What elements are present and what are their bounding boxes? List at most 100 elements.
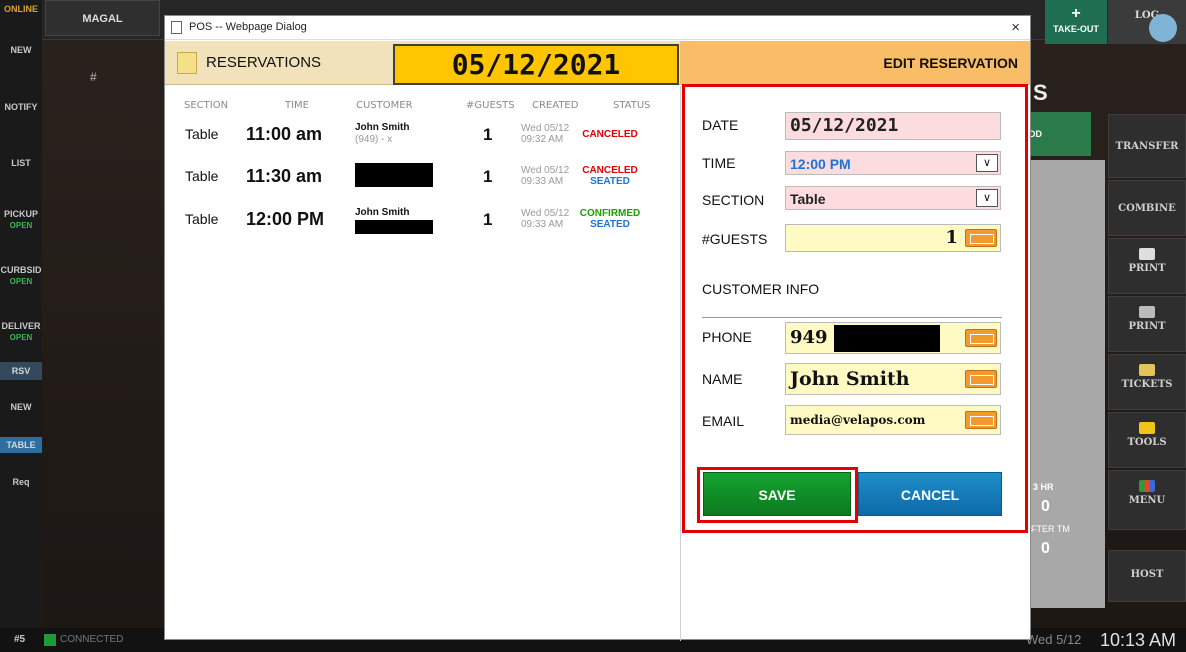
keyboard-icon[interactable] xyxy=(965,411,997,429)
print-button[interactable]: PRINT xyxy=(1108,238,1186,294)
guests-value: 1 xyxy=(945,227,958,248)
combine-button[interactable]: COMBINE xyxy=(1108,180,1186,236)
section-label: SECTION xyxy=(702,192,765,208)
section-divider xyxy=(702,317,1002,318)
nav-req[interactable]: Req xyxy=(0,477,42,488)
row-status: CANCELED SEATED xyxy=(582,165,638,187)
row-section: Table xyxy=(185,126,219,142)
guests-label: #GUESTS xyxy=(702,231,768,247)
nav-rsv[interactable]: RSV xyxy=(0,362,42,380)
status-clock: 10:13 AM xyxy=(1099,630,1176,650)
station-number: #5 xyxy=(14,634,26,645)
row-guests: 1 xyxy=(483,167,493,186)
row-created: Wed 05/12 09:33 AM xyxy=(521,165,570,187)
customer-info-heading: CUSTOMER INFO xyxy=(702,281,820,297)
reservations-title: RESERVATIONS xyxy=(206,54,322,71)
nav-rsv-new[interactable]: NEW xyxy=(0,402,42,413)
col-created: CREATED xyxy=(532,100,579,111)
row-time: 12:00 PM xyxy=(246,209,325,229)
tools-icon xyxy=(1139,422,1155,434)
assistant-icon[interactable] xyxy=(1149,14,1177,42)
three-hr-label: 3 HR xyxy=(1033,482,1054,492)
phone-label: PHONE xyxy=(702,329,752,345)
row-section: Table xyxy=(185,211,219,227)
chevron-down-icon[interactable]: ∨ xyxy=(976,189,998,207)
redacted-phone-number xyxy=(834,325,940,352)
row-customer: John Smith xyxy=(355,207,410,218)
table-row[interactable]: Table 11:00 am John Smith (949) - x 1 We… xyxy=(165,120,675,160)
row-status: CANCELED xyxy=(582,129,638,140)
row-time: 11:30 am xyxy=(246,166,323,186)
keyboard-icon[interactable] xyxy=(965,229,997,247)
connection-status: CONNECTED xyxy=(60,634,124,645)
reservation-dialog: POS -- Webpage Dialog × RESERVATIONS 05/… xyxy=(164,15,1031,641)
nav-list[interactable]: LIST xyxy=(0,158,42,169)
row-guests: 1 xyxy=(483,210,493,229)
nav-new[interactable]: NEW xyxy=(0,45,42,56)
after-tm-value: 0 xyxy=(1041,540,1050,557)
row-guests: 1 xyxy=(483,125,493,144)
transfer-button[interactable]: TRANSFER xyxy=(1108,114,1186,178)
printer-icon xyxy=(1139,248,1155,260)
guests-field[interactable]: 1 xyxy=(785,224,1001,252)
after-tm-label: AFTER TM xyxy=(1025,524,1070,534)
save-button[interactable]: SAVE xyxy=(703,472,851,516)
close-icon[interactable]: × xyxy=(1011,19,1020,36)
left-nav: ONLINE NEW NOTIFY LIST PICKUP OPEN CURBSI… xyxy=(0,0,42,652)
keyboard-icon[interactable] xyxy=(965,329,997,347)
name-label: NAME xyxy=(702,371,743,387)
nav-online[interactable]: ONLINE xyxy=(0,4,42,15)
table-row[interactable]: Table 12:00 PM John Smith 1 Wed 05/12 09:… xyxy=(165,205,675,245)
nav-table[interactable]: TABLE xyxy=(0,437,42,453)
menu-button[interactable]: MENU xyxy=(1108,470,1186,530)
take-out-label: TAKE-OUT xyxy=(1053,24,1099,34)
col-guests: #GUESTS xyxy=(466,100,515,111)
section-value: Table xyxy=(790,191,826,207)
email-field[interactable]: media@velapos.com xyxy=(785,405,1001,435)
section-select[interactable]: Table ∨ xyxy=(785,186,1001,210)
col-status: STATUS xyxy=(613,100,651,111)
email-label: EMAIL xyxy=(702,413,745,429)
dialog-titlebar: POS -- Webpage Dialog × xyxy=(165,16,1030,40)
page-icon xyxy=(171,21,182,34)
nav-delivery[interactable]: DELIVER OPEN xyxy=(0,321,42,343)
take-out-button[interactable]: + TAKE-OUT xyxy=(1045,0,1107,44)
keyboard-icon[interactable] xyxy=(965,370,997,388)
employee-name-tab[interactable]: MAGAL xyxy=(45,0,160,36)
panel-divider xyxy=(680,86,681,641)
date-field[interactable]: 05/12/2021 xyxy=(785,112,1001,140)
tickets-button[interactable]: TICKETS xyxy=(1108,354,1186,410)
tickets-icon xyxy=(1139,364,1155,376)
tools-button[interactable]: TOOLS xyxy=(1108,412,1186,468)
col-section: SECTION xyxy=(184,100,229,111)
host-button[interactable]: HOST xyxy=(1108,550,1186,602)
table-row[interactable]: Table 11:30 am 1 Wed 05/12 09:33 AM CANCE… xyxy=(165,162,675,202)
phone-value: 949 xyxy=(790,327,828,348)
redacted-customer xyxy=(355,163,433,187)
notepad-icon xyxy=(177,52,197,74)
phone-field[interactable]: 949 xyxy=(785,322,1001,354)
dialog-title: POS -- Webpage Dialog xyxy=(189,21,307,33)
date-value: 05/12/2021 xyxy=(790,115,899,136)
right-nav: TRANSFER COMBINE PRINT PRINT TICKETS TOO… xyxy=(1108,104,1186,624)
name-field[interactable]: John Smith xyxy=(785,363,1001,395)
nav-pickup[interactable]: PICKUP OPEN xyxy=(0,209,42,231)
selected-date-button[interactable]: 05/12/2021 xyxy=(393,44,679,85)
row-time: 11:00 am xyxy=(246,124,323,144)
email-value: media@velapos.com xyxy=(790,413,926,427)
plus-icon: + xyxy=(1071,5,1081,22)
row-phone: (949) - x xyxy=(355,134,393,145)
chevron-down-icon[interactable]: ∨ xyxy=(976,154,998,172)
nav-notify[interactable]: NOTIFY xyxy=(0,102,42,113)
cancel-button[interactable]: CANCEL xyxy=(858,472,1002,516)
row-section: Table xyxy=(185,168,219,184)
row-created: Wed 05/12 09:32 AM xyxy=(521,123,570,145)
hash-label: # xyxy=(90,70,97,84)
row-customer: John Smith xyxy=(355,122,410,133)
add-button[interactable]: DD xyxy=(1025,112,1091,156)
print-all-button[interactable]: PRINT xyxy=(1108,296,1186,352)
row-created: Wed 05/12 09:33 AM xyxy=(521,208,570,230)
time-select[interactable]: 12:00 PM ∨ xyxy=(785,151,1001,175)
nav-curbside[interactable]: CURBSID OPEN xyxy=(0,265,42,287)
three-hr-value: 0 xyxy=(1041,498,1050,515)
